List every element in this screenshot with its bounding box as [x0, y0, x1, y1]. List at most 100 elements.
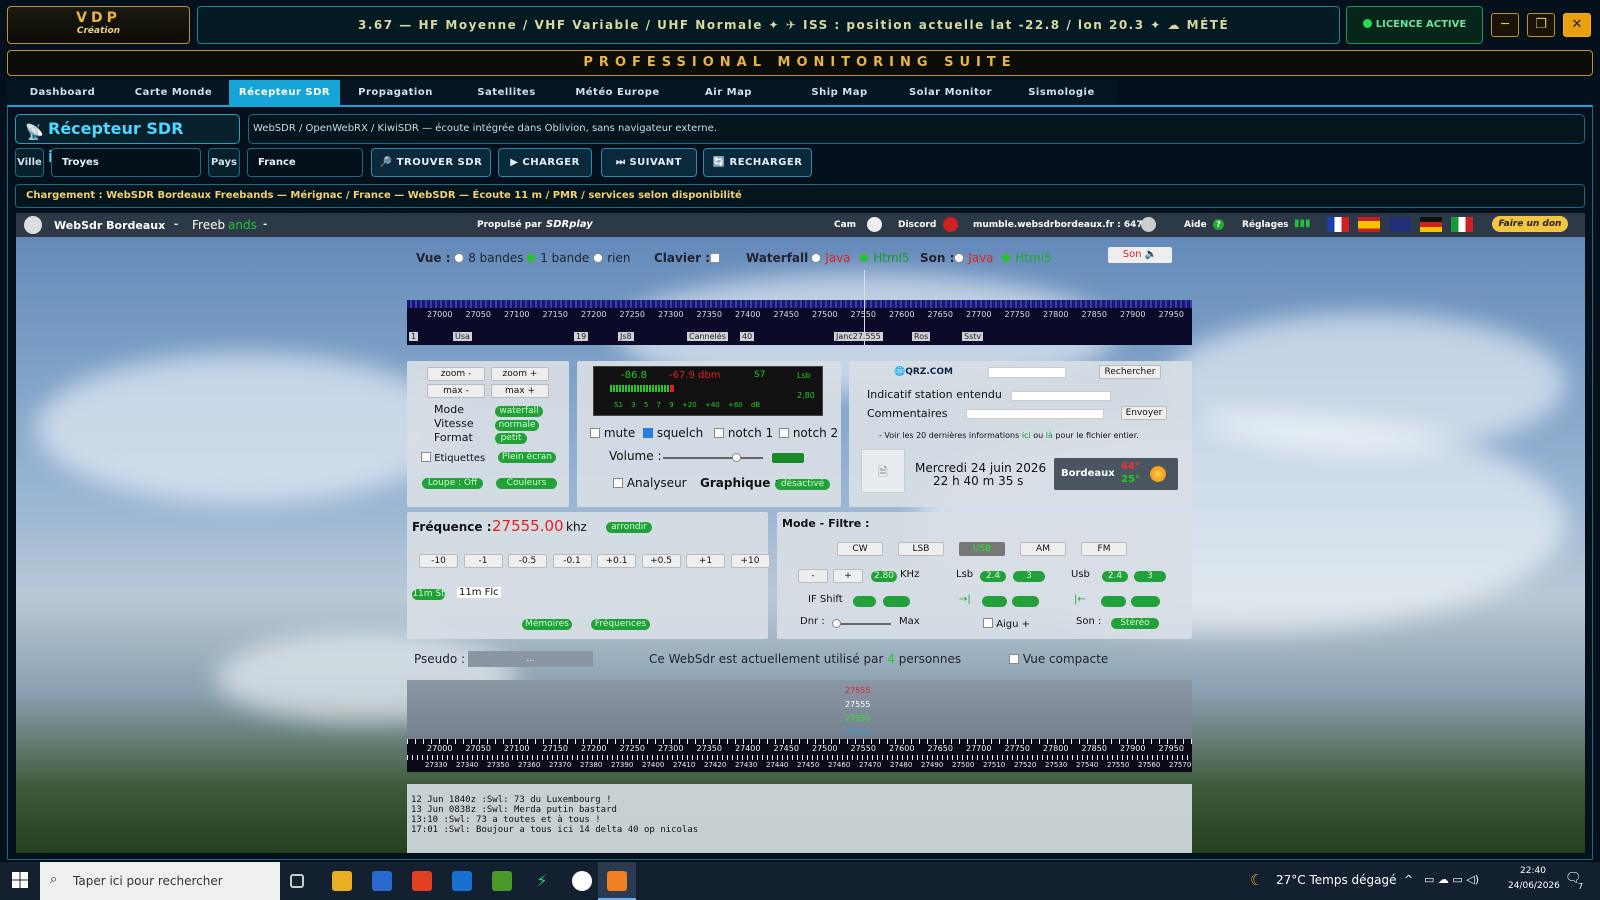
pseudo-input[interactable]: ... — [468, 651, 593, 667]
tab-ship-map[interactable]: Ship Map — [784, 80, 895, 105]
taskbar-weather[interactable]: 27°C Temps dégagé — [1276, 873, 1396, 887]
dnr-slider-handle[interactable] — [832, 619, 841, 628]
lsb-shift-plus[interactable] — [1012, 596, 1039, 607]
notch1-checkbox[interactable] — [714, 428, 724, 438]
task-view-icon[interactable] — [290, 874, 304, 888]
freq-step-button[interactable]: -0.5 — [508, 554, 547, 568]
qrz-search-input[interactable] — [988, 367, 1066, 378]
qrz-brand[interactable]: QRZ.COM — [905, 367, 953, 377]
frequency-value[interactable]: 27555.00 — [492, 517, 564, 535]
station-label[interactable]: 19 — [574, 332, 589, 341]
tab-dashboard[interactable]: Dashboard — [7, 80, 118, 105]
if-shift-minus[interactable] — [853, 596, 876, 607]
frequences-button[interactable]: Fréquences — [591, 619, 650, 630]
station-label[interactable]: 1 — [409, 332, 419, 341]
format-value-button[interactable]: petit — [495, 433, 527, 444]
mumble-icon[interactable] — [1141, 217, 1156, 232]
find-sdr-button[interactable]: 🔎 TROUVER SDR — [371, 148, 491, 177]
taskbar-date[interactable]: 24/06/2026 — [1508, 881, 1560, 891]
station-label[interactable]: Sstv — [962, 332, 984, 341]
mail-icon[interactable] — [452, 871, 472, 891]
if-shift-plus[interactable] — [883, 596, 910, 607]
tab-récepteur-sdr[interactable]: Récepteur SDR — [229, 80, 340, 105]
loupe-button[interactable]: Loupe : Off — [422, 478, 483, 489]
zoom-plus-button[interactable]: zoom + — [491, 367, 549, 381]
volume-slider[interactable] — [663, 457, 763, 459]
donate-button[interactable]: Faire un don — [1492, 216, 1568, 232]
flag-uk-icon[interactable] — [1389, 217, 1411, 232]
close-button[interactable]: ✕ — [1563, 13, 1591, 37]
graphique-button[interactable]: désactivé — [775, 479, 830, 490]
freq-step-button[interactable]: +1 — [686, 554, 725, 568]
next-button[interactable]: ⏭ SUIVANT — [601, 148, 697, 177]
discord-link[interactable]: Discord — [898, 220, 936, 230]
mode-usb-button[interactable]: USB — [959, 542, 1005, 556]
station-label[interactable]: Js8 — [618, 332, 634, 341]
mumble-link[interactable]: mumble.websdrbordeaux.fr : 64738 — [973, 220, 1155, 230]
flag-it-icon[interactable] — [1451, 217, 1473, 232]
usb-b-value[interactable]: 3 — [1134, 571, 1166, 582]
ville-input[interactable]: Troyes — [51, 148, 201, 177]
rechercher-button[interactable]: Rechercher — [1099, 365, 1161, 379]
app-icon[interactable] — [492, 871, 512, 891]
mode-am-button[interactable]: AM — [1020, 542, 1066, 556]
camera-icon[interactable] — [867, 217, 882, 232]
flag-de-icon[interactable] — [1420, 217, 1442, 232]
lsb-shift-minus[interactable] — [982, 596, 1007, 607]
ici-link[interactable]: ici — [1022, 431, 1031, 440]
freq-step-button[interactable]: -1 — [463, 554, 503, 568]
help-icon[interactable]: ? — [1213, 219, 1224, 230]
usb-shift-plus[interactable] — [1131, 596, 1160, 607]
cam-link[interactable]: Cam — [834, 220, 856, 230]
taskbar-search[interactable]: Taper ici pour rechercher — [40, 862, 280, 900]
vitesse-value-button[interactable]: normale — [495, 420, 539, 431]
frequency-scale[interactable]: 27000 27050 27100 27150 27200 27250 27300 27350… — [407, 270, 1192, 345]
radio-vue-8[interactable] — [454, 253, 464, 263]
pays-input[interactable]: France — [247, 148, 363, 177]
stereo-button[interactable]: Stéréo — [1111, 618, 1159, 629]
sdrplay-logo[interactable]: SDRplay — [546, 219, 593, 230]
bw-plus-button[interactable]: + — [833, 569, 863, 583]
analyseur-checkbox[interactable] — [613, 478, 623, 488]
radio-son-html5[interactable] — [1001, 253, 1011, 263]
11m-st-button[interactable]: 11m St — [412, 589, 445, 600]
volume-slider-handle[interactable] — [732, 453, 741, 462]
lightning-icon[interactable]: ⚡ — [532, 871, 552, 891]
freq-step-button[interactable]: -10 — [419, 554, 458, 568]
mode-lsb-button[interactable]: LSB — [898, 542, 944, 556]
tray-icons[interactable]: ▭ ☁ ▭ ◁) — [1424, 873, 1479, 886]
arrondir-button[interactable]: arrondir — [606, 522, 652, 533]
minimize-button[interactable]: ─ — [1491, 13, 1519, 37]
flag-fr-icon[interactable] — [1327, 217, 1349, 232]
memoires-button[interactable]: Mémoires — [522, 619, 572, 630]
taskbar-time[interactable]: 22:40 — [1508, 866, 1558, 876]
settings-bars-icon[interactable]: ▮▮▮ — [1294, 218, 1311, 229]
station-label[interactable]: 40 — [740, 332, 755, 341]
indicatif-input[interactable] — [1011, 391, 1111, 401]
restore-button[interactable]: ❐ — [1527, 13, 1555, 37]
windows-start-icon[interactable] — [12, 872, 28, 888]
la-link[interactable]: là — [1046, 431, 1053, 440]
mute-checkbox[interactable] — [590, 428, 600, 438]
freq-step-button[interactable]: +0.5 — [641, 554, 681, 568]
tab-météo-europe[interactable]: Météo Europe — [562, 80, 673, 105]
tab-air-map[interactable]: Air Map — [673, 80, 784, 105]
brave-icon[interactable] — [412, 871, 432, 891]
load-button[interactable]: ▶ CHARGER — [498, 148, 592, 177]
11m-flc-button[interactable]: 11m Flc — [457, 587, 501, 598]
tab-carte-monde[interactable]: Carte Monde — [118, 80, 229, 105]
clavier-checkbox[interactable] — [710, 253, 720, 263]
squelch-checkbox[interactable] — [643, 428, 653, 438]
reglages-link[interactable]: Réglages — [1242, 220, 1289, 230]
reload-button[interactable]: 🔄 RECHARGER — [703, 148, 812, 177]
usb-a-value[interactable]: 2.4 — [1102, 571, 1128, 582]
station-label[interactable]: Janc27.555 — [834, 332, 883, 341]
freq-step-button[interactable]: +10 — [730, 554, 770, 568]
etiquettes-checkbox[interactable] — [421, 452, 431, 462]
tab-sismologie[interactable]: Sismologie — [1006, 80, 1117, 105]
freq-step-button[interactable]: +0.1 — [597, 554, 636, 568]
aigu-checkbox[interactable] — [983, 618, 993, 628]
max-plus-button[interactable]: max + — [491, 384, 549, 398]
aide-link[interactable]: Aide — [1184, 220, 1207, 230]
dnr-slider[interactable] — [833, 623, 891, 625]
